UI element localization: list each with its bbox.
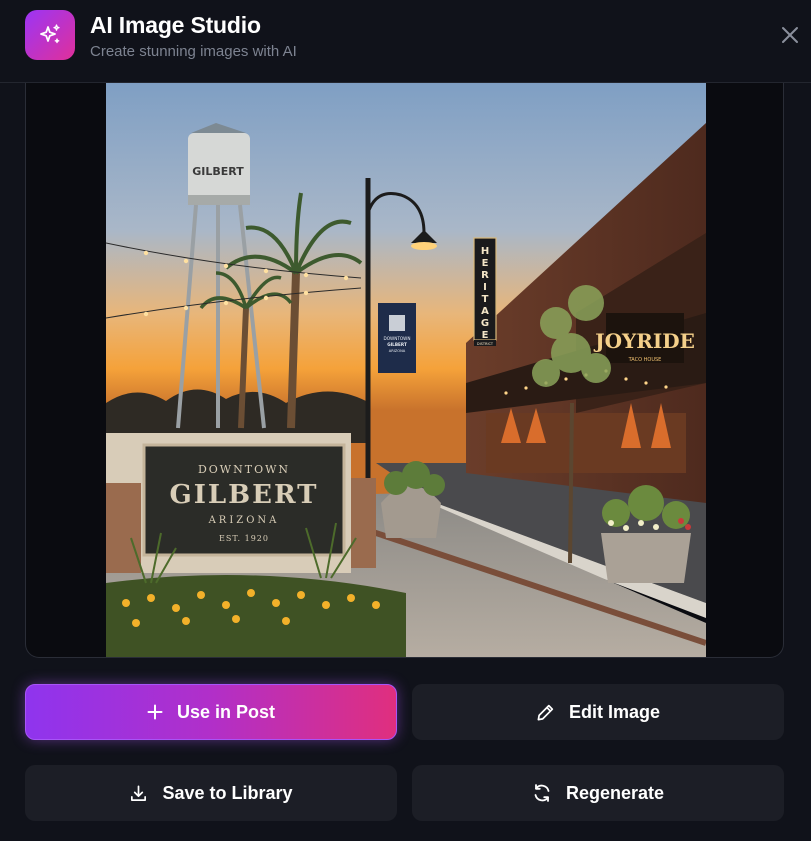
vertical-sign-sub: DISTRICT bbox=[477, 342, 494, 346]
sign-line4: EST. 1920 bbox=[219, 534, 269, 543]
image-preview-frame: JOYRIDE TACO HOUSE H E R I T A G E DISTR… bbox=[25, 83, 784, 658]
sign-line1: DOWNTOWN bbox=[198, 463, 290, 476]
page-title: AI Image Studio bbox=[90, 12, 261, 38]
refresh-icon bbox=[534, 784, 550, 802]
vertical-sign-letter: I bbox=[483, 282, 487, 293]
regenerate-label: Regenerate bbox=[565, 782, 665, 803]
plus-icon bbox=[147, 704, 163, 720]
banner-text: DOWNTOWN bbox=[384, 336, 411, 341]
close-icon[interactable] bbox=[778, 23, 802, 47]
water-tower-text: GILBERT bbox=[192, 165, 244, 178]
vertical-sign-letter: H bbox=[481, 246, 489, 257]
save-to-library-button[interactable]: Save to Library bbox=[25, 765, 397, 821]
vertical-sign-letter: T bbox=[482, 294, 489, 305]
banner-text: ARIZONA bbox=[389, 349, 406, 353]
use-in-post-label: Use in Post bbox=[176, 701, 276, 722]
sign-line3: ARIZONA bbox=[208, 515, 280, 526]
download-icon bbox=[131, 785, 147, 801]
vertical-sign-letter: G bbox=[481, 318, 489, 329]
edit-image-button[interactable]: Edit Image bbox=[412, 684, 784, 740]
banner-text: GILBERT bbox=[387, 342, 407, 347]
storefront-sign: JOYRIDE bbox=[593, 329, 695, 353]
save-to-library-label: Save to Library bbox=[162, 782, 293, 803]
regenerate-button[interactable]: Regenerate bbox=[412, 765, 784, 821]
generated-image[interactable]: JOYRIDE TACO HOUSE H E R I T A G E DISTR… bbox=[106, 83, 706, 657]
vertical-sign-letter: R bbox=[481, 270, 489, 281]
pencil-icon bbox=[537, 704, 554, 720]
vertical-sign-letter: E bbox=[482, 330, 489, 341]
modal-header: AI Image Studio Create stunning images w… bbox=[0, 0, 811, 83]
vertical-sign-letter: A bbox=[481, 306, 489, 317]
edit-image-label: Edit Image bbox=[568, 701, 661, 722]
vertical-sign-letter: E bbox=[482, 258, 489, 269]
sign-line2: GILBERT bbox=[170, 480, 319, 510]
page-subtitle: Create stunning images with AI bbox=[90, 43, 297, 60]
storefront-sub: TACO HOUSE bbox=[628, 357, 662, 363]
use-in-post-button[interactable]: Use in Post bbox=[25, 684, 397, 740]
sparkles-icon bbox=[25, 10, 75, 60]
